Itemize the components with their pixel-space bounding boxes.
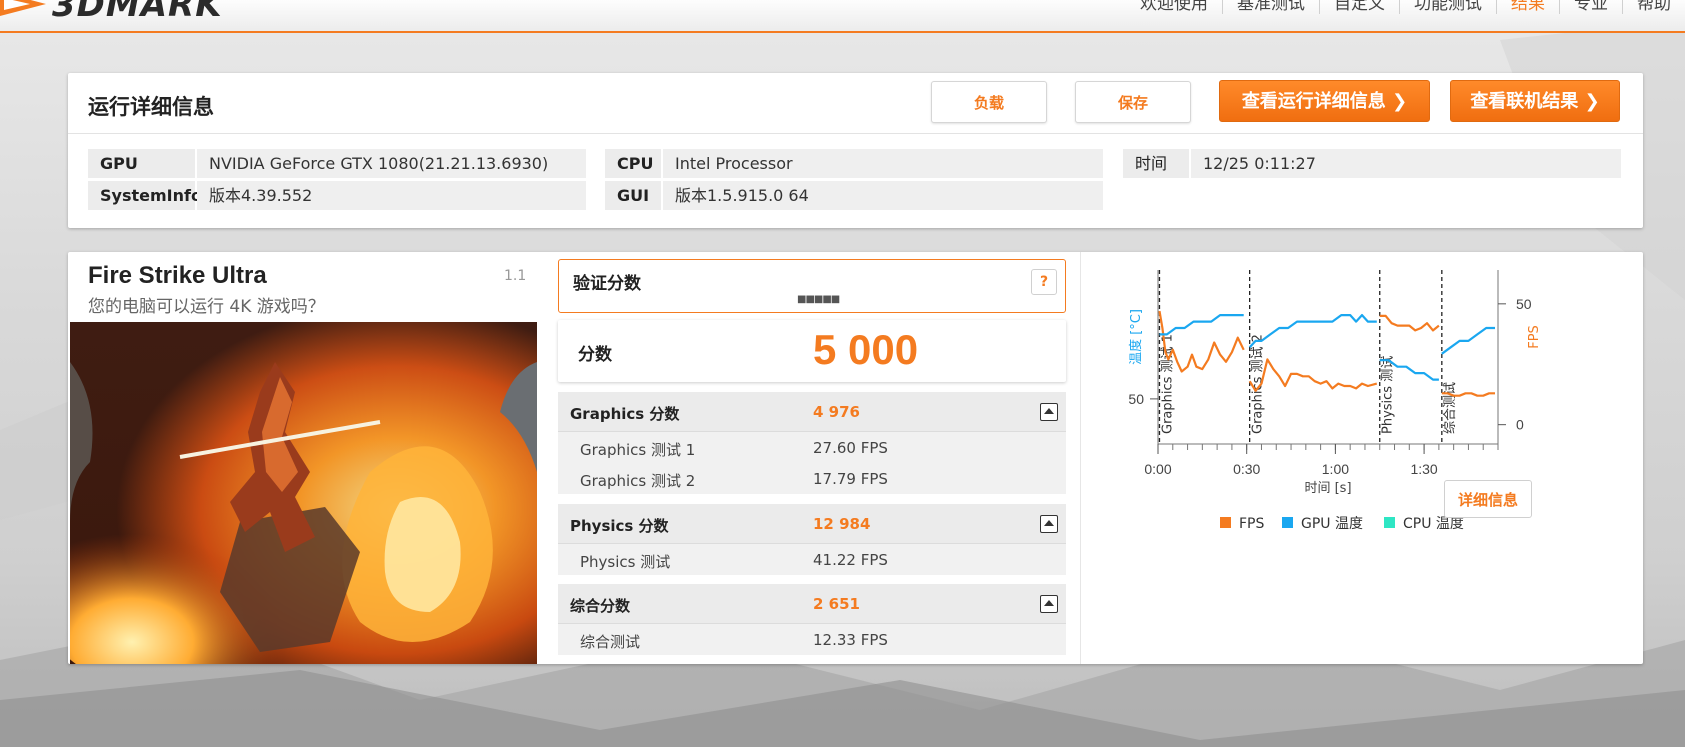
- main-nav: 欢迎使用 基准测试 自定义 功能测试 结果 专业 帮助: [1126, 0, 1685, 20]
- y-right-tick-label: 0: [1516, 417, 1524, 433]
- physics-score-value: 12 984: [813, 515, 871, 533]
- graphics-score-block: Graphics 分数 4 976 Graphics 测试 1 27.60 FP…: [558, 392, 1066, 494]
- series-line-gpu-temp: [1159, 314, 1244, 336]
- monitoring-chart: 0:00 0:30 1:00 1:30 50 0 50 时间 [s] 温度 [°C] FPS Gra…: [1128, 270, 1542, 532]
- combined-test-value: 12.33 FPS: [813, 631, 888, 649]
- combined-test-row: 综合测试 12.33 FPS: [558, 624, 1066, 655]
- nav-professional[interactable]: 专业: [1559, 0, 1622, 14]
- y-left-axis-title: 温度 [°C]: [1128, 309, 1144, 365]
- graphics-score-label: Graphics 分数: [570, 405, 680, 423]
- gpu-row: GPU NVIDIA GeForce GTX 1080(21.21.13.693…: [88, 149, 586, 178]
- physics-test-label: Physics 测试: [580, 553, 671, 571]
- combined-score-header: 综合分数 2 651: [558, 584, 1066, 624]
- gui-row: GUI 版本1.5.915.0 64: [605, 181, 1103, 210]
- run-details-panel: 运行详细信息 负载 保存 查看运行详细信息 ❯ 查看联机结果 ❯ GPU NVI…: [68, 73, 1643, 228]
- view-online-results-button[interactable]: 查看联机结果 ❯: [1450, 80, 1620, 122]
- graphics-score-value: 4 976: [813, 403, 860, 421]
- gpu-value: NVIDIA GeForce GTX 1080(21.21.13.6930): [197, 149, 586, 178]
- physics-score-label: Physics 分数: [570, 517, 669, 535]
- collapse-physics-button[interactable]: [1040, 515, 1058, 533]
- legend-label: GPU 温度: [1301, 516, 1363, 532]
- overall-score-value: 5 000: [813, 326, 919, 373]
- nav-help[interactable]: 帮助: [1622, 0, 1685, 14]
- section-label: Graphics 测试 2: [1251, 334, 1266, 434]
- nav-custom[interactable]: 自定义: [1319, 0, 1399, 14]
- series-line-fps: [1248, 358, 1378, 392]
- combined-score-value: 2 651: [813, 595, 860, 613]
- nav-feature-tests[interactable]: 功能测试: [1399, 0, 1496, 14]
- physics-score-block: Physics 分数 12 984 Physics 测试 41.22 FPS: [558, 504, 1066, 575]
- x-tick-label: 0:00: [1144, 461, 1171, 477]
- verified-score-indicator: ■■■■■: [797, 294, 840, 305]
- cpu-value: Intel Processor: [663, 149, 1103, 178]
- legend-label: FPS: [1239, 516, 1264, 532]
- help-button[interactable]: ?: [1031, 269, 1057, 295]
- x-tick-label: 1:00: [1322, 461, 1349, 477]
- top-bar: 3DMARK 欢迎使用 基准测试 自定义 功能测试 结果 专业 帮助: [0, 0, 1685, 33]
- logo-text: 3DMARK: [52, 0, 223, 25]
- x-tick-label: 1:30: [1410, 461, 1437, 477]
- section-label: 综合测试: [1443, 382, 1458, 434]
- collapse-graphics-button[interactable]: [1040, 403, 1058, 421]
- overall-score-label: 分数: [578, 345, 612, 365]
- x-axis-title: 时间 [s]: [1304, 481, 1351, 496]
- series-line-gpu-temp: [1441, 326, 1495, 355]
- combined-score-block: 综合分数 2 651 综合测试 12.33 FPS: [558, 584, 1066, 655]
- graphics-score-header: Graphics 分数 4 976: [558, 392, 1066, 432]
- gpu-label: GPU: [88, 149, 195, 178]
- legend-swatch: [1384, 517, 1395, 528]
- series-line-gpu-temp: [1248, 314, 1377, 349]
- divider: [68, 133, 1643, 134]
- run-details-title: 运行详细信息: [88, 95, 214, 119]
- graphics-test-2-value: 17.79 FPS: [813, 470, 888, 488]
- divider: [1080, 252, 1081, 664]
- graphics-test-1-row: Graphics 测试 1 27.60 FPS: [558, 432, 1066, 463]
- y-left-tick-label: 50: [1128, 391, 1144, 407]
- systeminfo-label: SystemInfo: [88, 181, 202, 210]
- combined-test-label: 综合测试: [580, 633, 641, 651]
- y-right-axis-title: FPS: [1527, 325, 1542, 349]
- verified-score-label: 验证分数: [573, 274, 641, 294]
- graphics-test-1-label: Graphics 测试 1: [580, 441, 696, 459]
- cpu-label: CPU: [605, 149, 661, 178]
- test-subtitle: 您的电脑可以运行 4K 游戏吗？: [88, 297, 325, 317]
- load-button[interactable]: 负载: [931, 81, 1047, 123]
- test-version: 1.1: [504, 268, 527, 284]
- systeminfo-value: 版本4.39.552: [197, 181, 586, 210]
- physics-test-row: Physics 测试 41.22 FPS: [558, 544, 1066, 575]
- time-label: 时间: [1123, 149, 1189, 178]
- nav-benchmarks[interactable]: 基准测试: [1222, 0, 1319, 14]
- graphics-test-1-value: 27.60 FPS: [813, 439, 888, 457]
- cpu-row: CPU Intel Processor: [605, 149, 1103, 178]
- gui-value: 版本1.5.915.0 64: [663, 181, 1103, 210]
- systeminfo-row: SystemInfo 版本4.39.552: [88, 181, 586, 210]
- gui-label: GUI: [605, 181, 661, 210]
- series-line-fps: [1379, 314, 1440, 332]
- time-value: 12/25 0:11:27: [1191, 149, 1621, 178]
- graphics-test-2-label: Graphics 测试 2: [580, 472, 696, 490]
- fire-strike-ultra-artwork: [70, 322, 537, 664]
- nav-welcome[interactable]: 欢迎使用: [1126, 0, 1222, 14]
- graphics-test-2-row: Graphics 测试 2 17.79 FPS: [558, 463, 1066, 494]
- test-title: Fire Strike Ultra: [88, 262, 267, 289]
- collapse-combined-button[interactable]: [1040, 595, 1058, 613]
- physics-score-header: Physics 分数 12 984: [558, 504, 1066, 544]
- legend-swatch: [1282, 517, 1293, 528]
- time-row: 时间 12/25 0:11:27: [1123, 149, 1621, 178]
- section-label: Physics 测试: [1381, 356, 1396, 434]
- physics-test-value: 41.22 FPS: [813, 551, 888, 569]
- result-panel: Fire Strike Ultra 1.1 您的电脑可以运行 4K 游戏吗？ 验…: [68, 252, 1643, 664]
- verified-score-box: 验证分数 ■■■■■ ?: [558, 259, 1066, 313]
- overall-score-box: 分数 5 000: [558, 320, 1066, 382]
- x-tick-label: 0:30: [1233, 461, 1260, 477]
- legend-swatch: [1220, 517, 1231, 528]
- view-run-details-button[interactable]: 查看运行详细信息 ❯: [1219, 80, 1430, 122]
- nav-results[interactable]: 结果: [1496, 0, 1559, 14]
- legend-label: CPU 温度: [1403, 516, 1464, 532]
- save-button[interactable]: 保存: [1075, 81, 1191, 123]
- details-button[interactable]: 详细信息: [1444, 480, 1532, 518]
- combined-score-label: 综合分数: [570, 597, 631, 615]
- y-right-tick-label: 50: [1516, 296, 1532, 312]
